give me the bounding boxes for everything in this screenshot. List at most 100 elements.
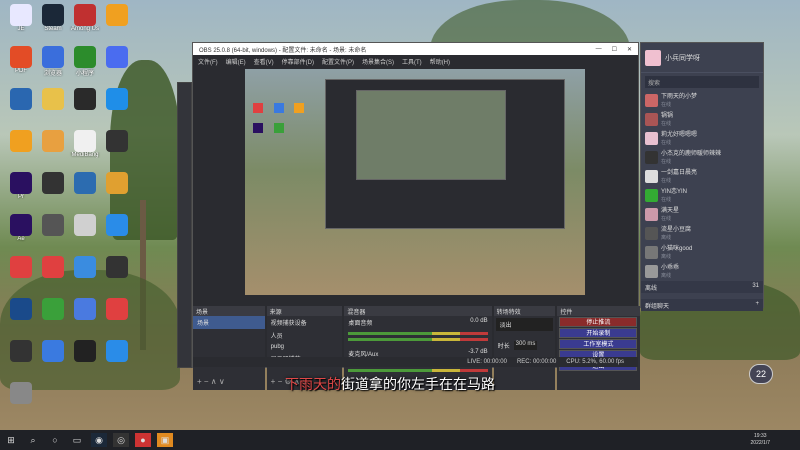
desktop-icon[interactable] xyxy=(68,256,102,278)
desktop-icon[interactable] xyxy=(68,214,102,236)
desktop-icon[interactable] xyxy=(100,340,134,362)
contact-item[interactable]: 莉尤好嗯嗯嗯 在线 xyxy=(641,129,763,148)
desktop-icon[interactable]: Ae xyxy=(4,214,38,242)
group-chat-section[interactable]: 群组聊天 + xyxy=(641,299,763,311)
obs-menu-item[interactable]: 文件(F) xyxy=(198,57,218,66)
desktop-icon[interactable] xyxy=(4,88,38,110)
close-icon[interactable]: ✕ xyxy=(627,46,632,53)
desktop-icon-image xyxy=(74,340,96,362)
contact-list: 下雨天的小梦 在线 锅锅 在线 莉尤好嗯嗯嗯 在线 小杰克的鹿师暖师辣辣 在线 一剑嘉日晨亮 在线… xyxy=(641,91,763,281)
source-item[interactable]: 人员 xyxy=(267,329,343,342)
desktop-icon[interactable] xyxy=(68,172,102,194)
desktop-icon[interactable] xyxy=(100,46,134,68)
source-item[interactable]: 视频捕获设备 xyxy=(267,316,343,329)
desktop-icon-image xyxy=(74,46,96,68)
offline-count: 31 xyxy=(752,283,759,289)
desktop-icon[interactable] xyxy=(36,298,70,320)
contact-item[interactable]: 小猫咪good 离线 xyxy=(641,243,763,262)
windows-start-icon[interactable]: ⊞ xyxy=(3,433,19,447)
offline-section[interactable]: 离线 31 xyxy=(641,281,763,293)
obs-menu-item[interactable]: 工具(T) xyxy=(402,57,422,66)
add-icon[interactable]: + xyxy=(755,301,759,309)
minimize-icon[interactable]: — xyxy=(596,46,602,53)
desktop-icon[interactable] xyxy=(4,340,38,362)
desktop-icon-image xyxy=(10,298,32,320)
maximize-icon[interactable]: ☐ xyxy=(612,46,617,53)
obs-menu-item[interactable]: 编辑(E) xyxy=(226,57,246,66)
contact-item[interactable]: 满天星 在线 xyxy=(641,205,763,224)
obs-menu-item[interactable]: 场景集合(S) xyxy=(362,57,394,66)
task-view-icon[interactable]: ▭ xyxy=(69,433,85,447)
obs-window-title: OBS 25.0.8 (64-bit, windows) - 配置文件: 未命名… xyxy=(199,47,367,54)
duration-input[interactable]: 300 ms xyxy=(513,341,538,350)
desktop-icon[interactable]: 小程序 xyxy=(68,46,102,77)
desktop-icon[interactable] xyxy=(4,382,38,404)
desktop-icon[interactable] xyxy=(100,214,134,236)
contact-item[interactable]: 下雨天的小梦 在线 xyxy=(641,91,763,110)
system-clock[interactable]: 19:33 2022/1/7 xyxy=(751,433,770,447)
desktop-icon[interactable] xyxy=(100,88,134,110)
chat-search-input[interactable]: 搜索 xyxy=(645,76,759,88)
desktop-icon-grid: JE Steam Among Us PDF 浏览器 小程序 MediBang Pr Ae xyxy=(0,0,128,430)
scene-controls[interactable]: + − ∧ ∨ xyxy=(197,377,225,386)
audio-meter xyxy=(348,369,488,372)
desktop-icon[interactable] xyxy=(4,256,38,278)
desktop-icon[interactable]: PDF xyxy=(4,46,38,74)
desktop-icon[interactable] xyxy=(36,130,70,152)
contact-item[interactable]: 一剑嘉日晨亮 在线 xyxy=(641,167,763,186)
start-recording-button[interactable]: 开始录制 xyxy=(559,328,638,338)
desktop-icon-image xyxy=(42,298,64,320)
desktop-icon[interactable]: MediBang xyxy=(68,130,102,158)
desktop-icon[interactable] xyxy=(100,172,134,194)
mixer-panel-title: 混音器 xyxy=(347,310,366,316)
desktop-icon[interactable]: Among Us xyxy=(68,4,102,32)
contact-item[interactable]: 流星小豆腐 离线 xyxy=(641,224,763,243)
obs-menu-item[interactable]: 帮助(H) xyxy=(430,57,450,66)
desktop-icon-label: 小程序 xyxy=(75,71,94,77)
steam-taskbar-icon[interactable]: ◉ xyxy=(91,433,107,447)
desktop-icon[interactable] xyxy=(100,298,134,320)
contact-item[interactable]: 锅锅 在线 xyxy=(641,110,763,129)
desktop-icon[interactable] xyxy=(36,88,70,110)
desktop-icon[interactable] xyxy=(36,340,70,362)
contact-name: 一剑嘉日晨亮 xyxy=(661,169,698,176)
stop-streaming-button[interactable]: 停止推流 xyxy=(559,317,638,327)
desktop-icon[interactable] xyxy=(100,130,134,152)
transition-select[interactable]: 淡出 xyxy=(495,318,554,331)
desktop-icon[interactable] xyxy=(100,4,134,26)
desktop-icon[interactable]: Steam xyxy=(36,4,70,32)
obs-taskbar-icon[interactable]: ◎ xyxy=(113,433,129,447)
obs-menu-item[interactable]: 查看(V) xyxy=(254,57,274,66)
desktop-icon[interactable] xyxy=(36,256,70,278)
obs-preview[interactable] xyxy=(245,69,585,295)
desktop-icon[interactable] xyxy=(68,340,102,362)
contact-item[interactable]: YIN恋YIN 在线 xyxy=(641,186,763,205)
desktop-icon[interactable] xyxy=(36,214,70,236)
desktop-icon[interactable] xyxy=(4,298,38,320)
desktop-icon-image xyxy=(74,172,96,194)
app-taskbar-icon[interactable]: ▣ xyxy=(157,433,173,447)
desktop-icon[interactable] xyxy=(68,88,102,110)
studio-mode-button[interactable]: 工作室模式 xyxy=(559,339,638,349)
app-taskbar-icon[interactable]: ● xyxy=(135,433,151,447)
avatar[interactable] xyxy=(645,49,661,66)
desktop-icon[interactable] xyxy=(4,130,38,152)
scene-item[interactable]: 场景 xyxy=(193,316,265,329)
contact-avatar xyxy=(645,208,658,221)
desktop-icon[interactable]: JE xyxy=(4,4,38,32)
desktop-icon[interactable] xyxy=(100,256,134,278)
desktop-icon[interactable]: Pr xyxy=(4,172,38,200)
contact-item[interactable]: 小乖乖 离线 xyxy=(641,262,763,281)
obs-menu-item[interactable]: 配置文件(P) xyxy=(322,57,354,66)
mixer-track-db: 0.0 dB xyxy=(470,318,488,324)
obs-menu-item[interactable]: 停靠部件(D) xyxy=(282,57,314,66)
desktop-icon[interactable]: 浏览器 xyxy=(36,46,70,77)
contact-item[interactable]: 小杰克的鹿师暖师辣辣 在线 xyxy=(641,148,763,167)
contact-name: 小猫咪good xyxy=(661,245,693,252)
cortana-icon[interactable]: ○ xyxy=(47,433,63,447)
desktop-icon[interactable] xyxy=(68,298,102,320)
desktop-icon[interactable] xyxy=(36,172,70,194)
source-item[interactable]: pubg xyxy=(267,342,343,352)
search-icon[interactable]: ⌕ xyxy=(25,433,41,447)
weather-badge[interactable]: 22 xyxy=(749,364,773,384)
